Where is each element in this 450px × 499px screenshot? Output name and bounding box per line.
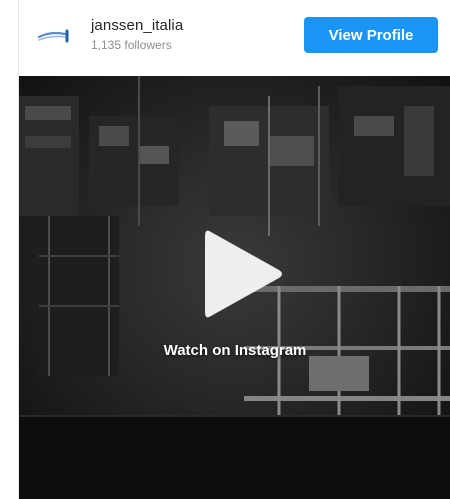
play-icon[interactable] [197, 224, 287, 324]
view-profile-button[interactable]: View Profile [304, 17, 438, 53]
instagram-embed: janssen_italia 1,135 followers View Prof… [18, 0, 450, 499]
profile-avatar[interactable] [33, 18, 77, 54]
follower-count: 1,135 followers [91, 38, 172, 52]
janssen-logo-icon [37, 29, 69, 43]
watch-on-instagram-link[interactable]: Watch on Instagram [19, 342, 450, 359]
embed-header: janssen_italia 1,135 followers View Prof… [19, 0, 450, 76]
video-thumbnail[interactable]: Watch on Instagram [19, 76, 450, 499]
profile-username[interactable]: janssen_italia [91, 17, 183, 34]
